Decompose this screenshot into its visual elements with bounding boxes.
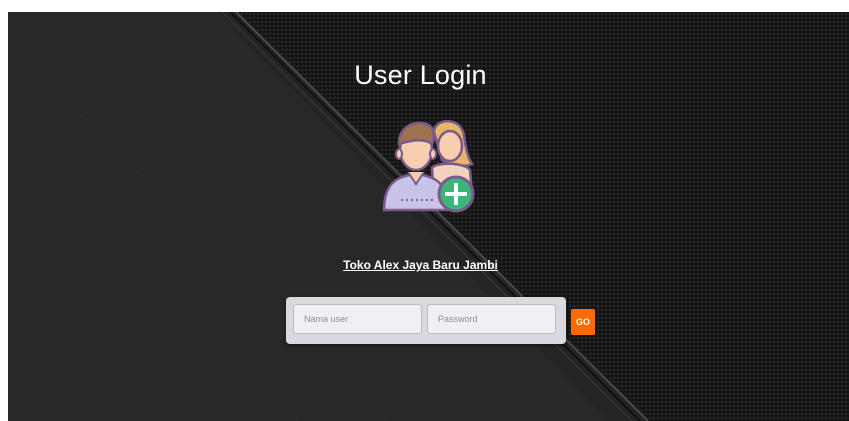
go-button[interactable]: GO [571,309,595,335]
username-input[interactable] [293,304,422,334]
page-title: User Login [354,60,487,90]
password-input[interactable] [427,304,556,334]
login-form-panel [286,297,566,344]
add-user-icon [382,120,475,213]
store-name-link[interactable]: Toko Alex Jaya Baru Jambi [0,258,841,272]
